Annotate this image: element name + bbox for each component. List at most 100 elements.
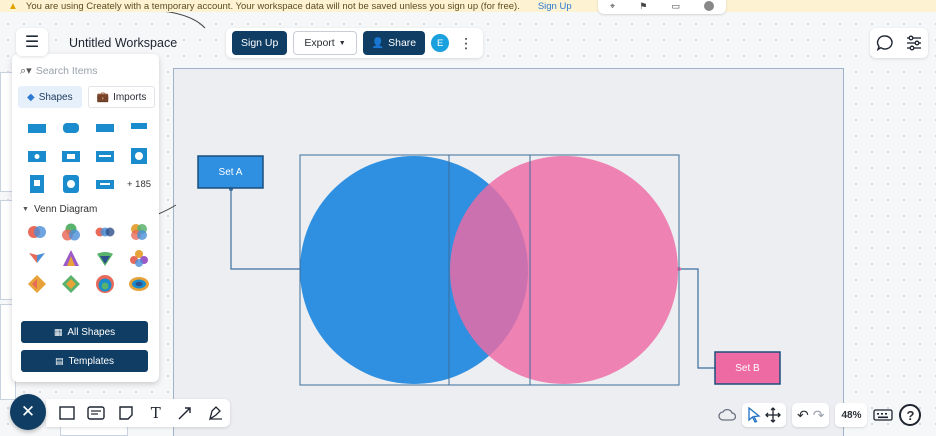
- header-actions: Sign Up Export ▼ 👤 Share E ⋮: [226, 28, 484, 58]
- more-options-icon[interactable]: ⋮: [455, 36, 477, 50]
- tab-imports[interactable]: 💼 Imports: [87, 86, 156, 108]
- shape-item[interactable]: [54, 174, 88, 194]
- section-title: Venn Diagram: [33, 204, 98, 215]
- select-pointer-icon[interactable]: [747, 407, 761, 423]
- caret-down-icon: ▼: [338, 39, 346, 47]
- venn-shape-item[interactable]: [54, 274, 88, 294]
- comment-icon[interactable]: [876, 34, 894, 52]
- signup-label: Sign Up: [241, 37, 279, 49]
- venn-shape-item[interactable]: [122, 274, 156, 294]
- set-b-label[interactable]: Set B: [715, 352, 780, 384]
- briefcase-icon: 💼: [96, 91, 110, 103]
- background-curve: [149, 9, 206, 29]
- toggle-icon[interactable]: [703, 1, 714, 11]
- user-icon: 👤: [371, 37, 385, 49]
- mini-tool-icon[interactable]: ▭: [671, 1, 680, 12]
- temporary-account-banner: ▲ You are using Creately with a temporar…: [0, 0, 936, 14]
- venn-shape-item[interactable]: [54, 222, 88, 242]
- connector-line-b: [679, 268, 715, 369]
- cloud-sync-icon: [718, 408, 736, 421]
- more-shapes-count[interactable]: + 185: [122, 174, 156, 194]
- search-bar[interactable]: ⌕▾ Search Items: [20, 62, 150, 80]
- diamond-icon: ◆: [27, 91, 35, 103]
- tab-label: Imports: [113, 91, 147, 103]
- venn-shape-item[interactable]: [88, 248, 122, 268]
- hamburger-icon: ☰: [24, 34, 40, 51]
- search-icon: ⌕▾: [20, 65, 32, 77]
- avatar[interactable]: E: [431, 34, 450, 52]
- shape-item[interactable]: [88, 174, 122, 194]
- venn-section-header[interactable]: ▼ Venn Diagram: [22, 204, 97, 215]
- venn-shape-item[interactable]: [122, 248, 156, 268]
- shape-item[interactable]: [20, 118, 54, 138]
- mini-tool-icon[interactable]: ⚑: [639, 1, 647, 12]
- search-input[interactable]: Search Items: [36, 65, 98, 77]
- card-tool-icon[interactable]: [86, 403, 106, 423]
- signup-button[interactable]: Sign Up: [232, 31, 288, 55]
- shape-item[interactable]: [54, 146, 88, 166]
- venn-shape-item[interactable]: [20, 248, 54, 268]
- venn-shape-item[interactable]: [20, 222, 54, 242]
- mini-tool-icon[interactable]: ⌖: [610, 1, 615, 12]
- templates-label: Templates: [68, 355, 115, 367]
- shape-grid: + 185: [20, 118, 156, 194]
- history-tools: ↶ ↷: [792, 403, 830, 427]
- background-curve: [155, 204, 177, 216]
- venn-shape-item[interactable]: [54, 248, 88, 268]
- main-menu-button[interactable]: ☰: [16, 28, 48, 56]
- rectangle-tool-icon[interactable]: [57, 403, 77, 423]
- shape-item[interactable]: [88, 118, 122, 138]
- set-a-label[interactable]: Set A: [198, 156, 263, 188]
- pen-tool-icon[interactable]: [205, 403, 225, 423]
- panel-tabs: ◆ Shapes 💼 Imports: [18, 86, 156, 108]
- undo-icon[interactable]: ↶: [797, 407, 809, 424]
- close-icon: ✕: [20, 402, 36, 421]
- close-toolbar-button[interactable]: ✕: [10, 394, 46, 430]
- shape-item[interactable]: [122, 118, 156, 138]
- export-button[interactable]: Export ▼: [293, 31, 357, 55]
- pointer-tools: [742, 403, 786, 427]
- share-button[interactable]: 👤 Share: [362, 31, 426, 55]
- export-label: Export: [304, 37, 335, 49]
- venn-circle-b: [450, 156, 678, 384]
- connector-line-a: [230, 189, 300, 270]
- shape-item[interactable]: [54, 118, 88, 138]
- shapes-panel: ⌕▾ Search Items ◆ Shapes 💼 Imports + 185 ▼…: [12, 54, 159, 382]
- venn-shape-item[interactable]: [20, 274, 54, 294]
- pan-move-icon[interactable]: [765, 407, 781, 423]
- venn-shape-item[interactable]: [88, 222, 122, 242]
- shape-item[interactable]: [122, 146, 156, 166]
- shape-item[interactable]: [20, 146, 54, 166]
- keyboard-icon[interactable]: [873, 408, 894, 422]
- help-button[interactable]: ?: [899, 404, 922, 426]
- share-label: Share: [388, 37, 417, 49]
- sticky-note-icon[interactable]: [116, 403, 136, 423]
- mini-toolbar: ⌖ ⚑ ▭: [598, 0, 726, 14]
- caret-down-icon: ▼: [22, 206, 29, 213]
- top-right-toolbar: [870, 28, 928, 58]
- venn-shape-item[interactable]: [88, 274, 122, 294]
- all-shapes-button[interactable]: ▦ All Shapes: [21, 321, 148, 343]
- banner-signup-link[interactable]: Sign Up: [538, 1, 572, 12]
- banner-message: You are using Creately with a temporary …: [25, 0, 520, 12]
- venn-shape-grid: [20, 222, 156, 294]
- settings-sliders-icon[interactable]: [905, 34, 923, 52]
- text-tool-icon[interactable]: T: [146, 403, 166, 423]
- workspace-title[interactable]: Untitled Workspace: [69, 36, 177, 50]
- bottom-right-controls: ↶ ↷ 48% ?: [718, 402, 922, 428]
- redo-icon[interactable]: ↷: [813, 407, 825, 424]
- drawing-toolbar: T: [46, 399, 230, 427]
- help-icon: ?: [906, 407, 915, 423]
- zoom-level[interactable]: 48%: [835, 403, 868, 427]
- template-icon: ▤: [54, 355, 64, 366]
- tab-label: Shapes: [38, 91, 73, 103]
- all-shapes-label: All Shapes: [67, 326, 116, 338]
- shape-item[interactable]: [20, 174, 54, 194]
- templates-button[interactable]: ▤ Templates: [21, 350, 148, 372]
- shape-item[interactable]: [88, 146, 122, 166]
- tab-shapes[interactable]: ◆ Shapes: [18, 86, 82, 108]
- connector-arrow-icon[interactable]: [175, 403, 195, 423]
- warning-icon: ▲: [8, 0, 18, 12]
- venn-shape-item[interactable]: [122, 222, 156, 242]
- grid-icon: ▦: [53, 326, 63, 337]
